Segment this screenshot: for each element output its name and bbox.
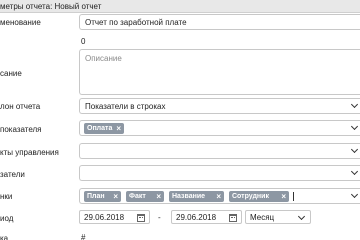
close-icon[interactable]: × [116,123,121,134]
template-label: лон отчета [0,102,41,111]
tag-plan: План × [84,191,121,202]
bottom-label: ка [0,234,9,240]
period-to-value: 29.06.2018 [176,213,217,222]
tag-label: Сотрудник [232,193,269,200]
columns-multiselect[interactable]: План × Факт × Название × Сотрудник × [79,188,360,204]
description-placeholder: Описание [85,54,122,63]
period-to-input[interactable]: 29.06.2018 [171,210,242,224]
tag-label: Факт [129,193,146,200]
granularity-value: Месяц [250,213,275,222]
name-input[interactable]: Отчет по заработной плате [79,14,360,30]
chevron-down-icon [352,147,358,153]
period-from-input[interactable]: 29.06.2018 [79,210,150,224]
text-cursor [293,192,294,201]
calendar-icon[interactable] [229,214,237,222]
window-title: метры отчета: Новый отчет [0,2,102,11]
hash-value: # [81,233,86,240]
indicators-label: показателя [0,125,42,134]
chevron-down-icon [352,192,358,198]
template-value: Показатели в строках [85,102,166,111]
description-label: сание [0,69,22,78]
scenarios-label: затели [0,170,25,179]
window-titlebar: метры отчета: Новый отчет [0,0,360,13]
chevron-down-icon [299,214,305,220]
description-textarea[interactable]: Описание [79,49,360,95]
tag-label: Название [172,193,206,200]
chevron-down-icon [352,124,358,130]
code-value: 0 [81,37,86,46]
close-icon[interactable]: × [216,191,221,202]
tag-label: План [87,193,105,200]
scenarios-select[interactable] [79,165,360,181]
tag-sotrudnik: Сотрудник × [229,191,289,202]
indicators-multiselect[interactable]: Оплата × [79,120,360,136]
chevron-down-icon [352,169,358,175]
template-select[interactable]: Показатели в строках [79,98,360,114]
close-icon[interactable]: × [156,191,161,202]
tag-fakt: Факт × [126,191,164,202]
tag-nazvanie: Название × [169,191,224,202]
period-label: иод [0,214,14,223]
period-separator: - [158,213,161,222]
columns-label: нки [0,192,13,201]
name-value: Отчет по заработной плате [85,18,187,27]
tag-label: Оплата [87,125,113,132]
close-icon[interactable]: × [281,191,286,202]
chevron-down-icon [352,102,358,108]
close-icon[interactable]: × [113,191,118,202]
calendar-icon[interactable] [137,214,145,222]
name-label: менование [0,18,41,27]
mgmt-objects-select[interactable] [79,143,360,159]
mgmt-objects-label: кты управления [0,148,59,157]
granularity-select[interactable]: Месяц [245,210,311,224]
tag-oplata: Оплата × [84,123,124,134]
period-from-value: 29.06.2018 [84,213,125,222]
